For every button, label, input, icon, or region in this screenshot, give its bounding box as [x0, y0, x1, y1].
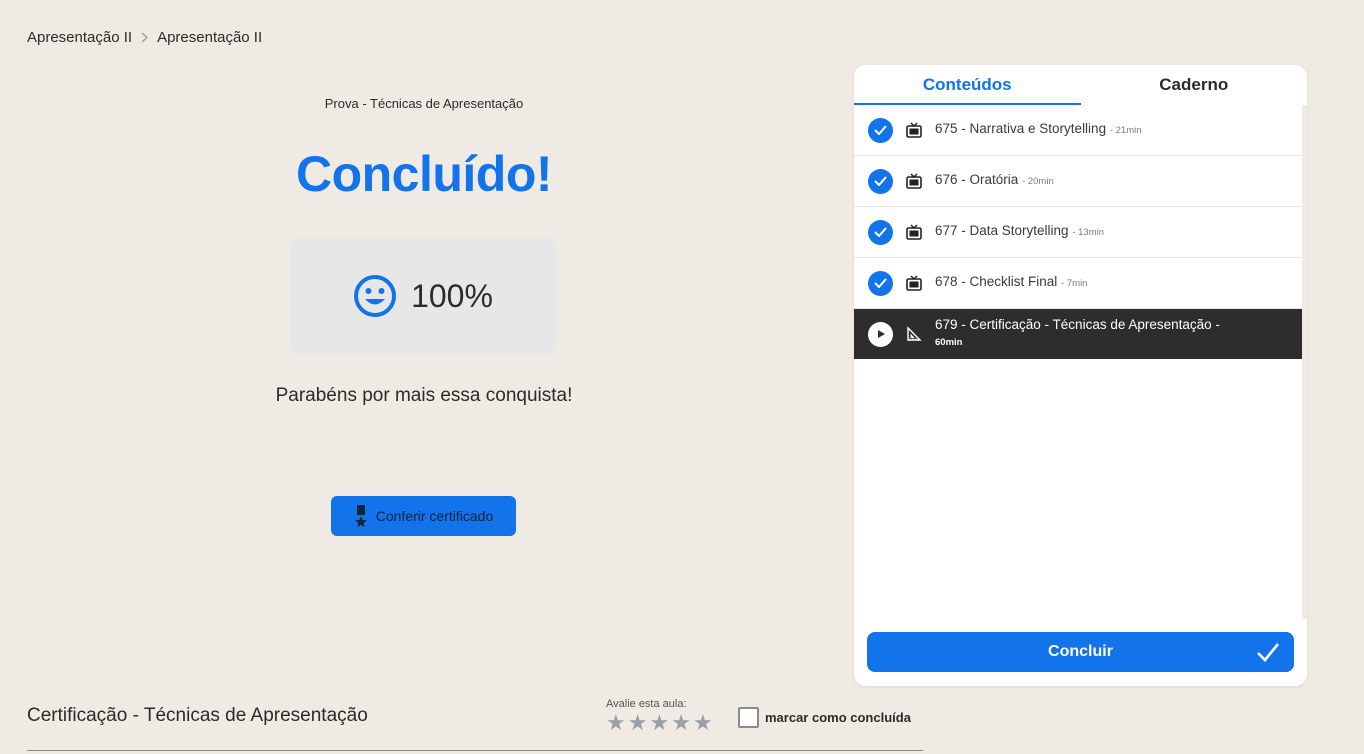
set-square-icon	[907, 326, 922, 341]
lesson-label: 675 - Narrativa e Storytelling - 21min	[935, 121, 1142, 136]
tv-icon	[906, 224, 922, 240]
lesson-label: 679 - Certificação - Técnicas de Apresen…	[935, 317, 1220, 348]
scrollbar[interactable]	[1302, 105, 1307, 619]
divider	[27, 750, 923, 751]
lesson-label: 676 - Oratória - 20min	[935, 172, 1054, 187]
check-circle-icon	[868, 117, 893, 143]
tv-icon	[906, 122, 922, 138]
breadcrumb-current[interactable]: Apresentação II	[157, 29, 262, 46]
score-card: 100%	[290, 238, 556, 354]
exam-label: Prova - Técnicas de Apresentação	[324, 96, 524, 111]
score-value: 100%	[411, 277, 493, 314]
lesson-item[interactable]: 678 - Checklist Final - 7min	[854, 258, 1302, 309]
tv-icon	[906, 275, 922, 291]
smile-icon	[354, 275, 397, 317]
panel-tabs: Conteúdos Caderno	[854, 65, 1307, 105]
mark-done-checkbox[interactable]	[738, 707, 759, 728]
conclude-button[interactable]: Concluir	[867, 632, 1294, 672]
check-circle-icon	[868, 270, 893, 296]
lesson-item[interactable]: 677 - Data Storytelling - 13min	[854, 207, 1302, 258]
lesson-item[interactable]: 675 - Narrativa e Storytelling - 21min	[854, 105, 1302, 156]
star-icon[interactable]: ★	[671, 710, 691, 736]
page-title: Concluído!	[295, 146, 553, 202]
star-icon[interactable]: ★	[606, 710, 626, 736]
content-panel: Conteúdos Caderno 675 - Narrativa e Stor…	[854, 65, 1307, 686]
view-certificate-button[interactable]: Conferir certificado	[331, 496, 516, 536]
lesson-label: 678 - Checklist Final - 7min	[935, 274, 1088, 289]
breadcrumb: Apresentação II Apresentação II	[27, 29, 262, 46]
rate-label: Avalie esta aula:	[606, 698, 687, 710]
lesson-item-current[interactable]: 679 - Certificação - Técnicas de Apresen…	[854, 309, 1302, 359]
check-circle-icon	[868, 219, 893, 245]
tab-notebook[interactable]: Caderno	[1081, 65, 1308, 105]
mark-done-control[interactable]: marcar como concluída	[738, 707, 911, 728]
star-icon[interactable]: ★	[628, 710, 648, 736]
lesson-list: 675 - Narrativa e Storytelling - 21min 6…	[854, 105, 1302, 359]
medal-icon	[354, 505, 367, 527]
play-circle-icon	[868, 321, 893, 347]
star-icon[interactable]: ★	[693, 710, 713, 736]
congrats-message: Parabéns por mais essa conquista!	[275, 385, 573, 406]
star-icon[interactable]: ★	[649, 710, 669, 736]
tab-contents[interactable]: Conteúdos	[854, 65, 1081, 105]
breadcrumb-course-link[interactable]: Apresentação II	[27, 29, 132, 46]
checkmark-icon	[1257, 643, 1280, 662]
view-certificate-label: Conferir certificado	[375, 508, 494, 524]
lesson-label: 677 - Data Storytelling - 13min	[935, 223, 1105, 238]
rating-stars: ★ ★ ★ ★ ★	[606, 710, 713, 736]
chevron-right-icon	[141, 30, 149, 46]
lesson-item[interactable]: 676 - Oratória - 20min	[854, 156, 1302, 207]
check-circle-icon	[868, 168, 893, 194]
lesson-title: Certificação - Técnicas de Apresentação	[27, 705, 368, 726]
mark-done-label: marcar como concluída	[765, 710, 911, 725]
tv-icon	[906, 173, 922, 189]
conclude-label: Concluir	[1048, 643, 1113, 660]
